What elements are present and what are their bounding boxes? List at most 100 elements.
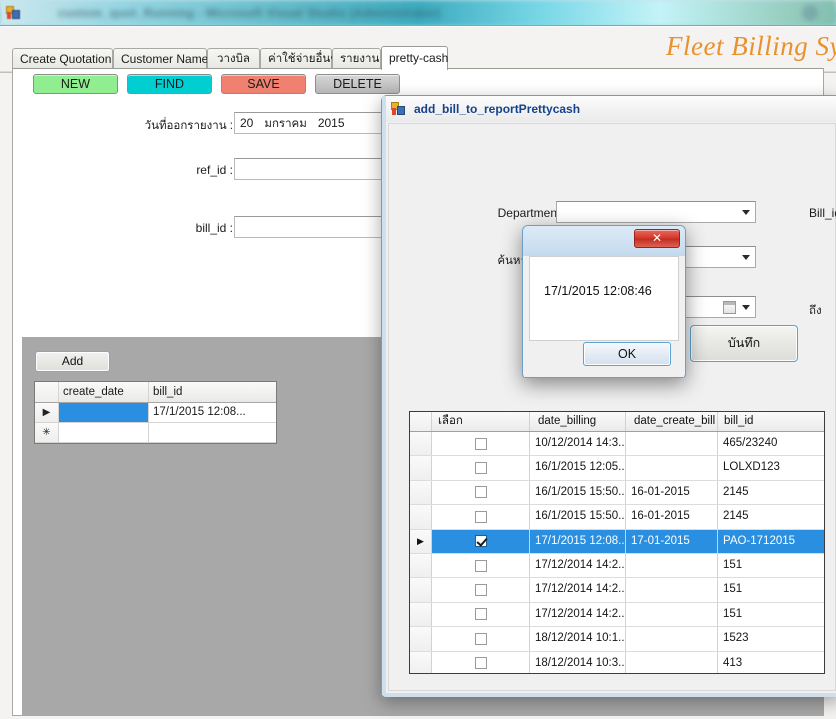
- cell-bill-id[interactable]: 1523: [718, 627, 824, 650]
- row-checkbox[interactable]: [474, 535, 487, 548]
- row-checkbox[interactable]: [474, 486, 487, 499]
- cell-date-create-bill[interactable]: [626, 432, 718, 456]
- cell-date-create-bill[interactable]: [626, 602, 718, 627]
- cell-select[interactable]: [432, 432, 530, 456]
- chevron-down-icon: [742, 305, 750, 310]
- tab-wang-bin[interactable]: วางบิล: [207, 48, 260, 69]
- cell-bill-id[interactable]: [149, 423, 276, 442]
- column-header-select[interactable]: เลือก: [432, 412, 530, 431]
- cell-date-billing[interactable]: 16/1/2015 12:05...: [530, 456, 626, 480]
- department-select[interactable]: [556, 201, 756, 223]
- pretty-cash-grid[interactable]: create_date bill_id ▶ 17/1/2015 12:08...…: [34, 381, 277, 444]
- column-header-date-billing[interactable]: date_billing: [530, 412, 626, 431]
- tab-report[interactable]: รายงาน: [332, 48, 381, 69]
- dialog-title-bar: add_bill_to_reportPrettycash: [382, 96, 836, 122]
- cell-select[interactable]: [432, 480, 530, 505]
- cell-bill-id[interactable]: 2145: [718, 505, 824, 528]
- close-icon[interactable]: ✕: [634, 229, 680, 248]
- add-button[interactable]: Add: [35, 351, 110, 372]
- row-checkbox[interactable]: [474, 510, 487, 523]
- cell-date-create-bill[interactable]: [626, 553, 718, 578]
- row-checkbox[interactable]: [474, 462, 487, 475]
- cell-bill-id[interactable]: 465/23240: [718, 432, 824, 455]
- cell-date-create-bill[interactable]: 16-01-2015: [626, 480, 718, 505]
- row-checkbox[interactable]: [474, 584, 487, 597]
- cell-date-billing[interactable]: 17/1/2015 12:08...: [530, 529, 626, 553]
- cell-date-billing[interactable]: 16/1/2015 15:50...: [530, 505, 626, 529]
- cell-select[interactable]: [432, 456, 530, 480]
- cell-date-create-bill[interactable]: [626, 456, 718, 480]
- row-marker: [410, 480, 432, 505]
- cell-date-create-bill[interactable]: 17-01-2015: [626, 529, 718, 553]
- cell-date-billing[interactable]: 18/12/2014 10:1...: [530, 627, 626, 651]
- cell-bill-id[interactable]: 151: [718, 603, 824, 626]
- row-checkbox[interactable]: [474, 657, 487, 670]
- cell-select[interactable]: [432, 627, 530, 651]
- tab-pretty-cash[interactable]: pretty-cash: [381, 46, 448, 70]
- table-row[interactable]: 17/12/2014 14:2... 151: [410, 602, 824, 628]
- cell-select[interactable]: [432, 602, 530, 627]
- table-row[interactable]: 16/1/2015 12:05... LOLXD123: [410, 456, 824, 481]
- table-row[interactable]: ▶ 17/1/2015 12:08...: [35, 403, 276, 423]
- row-checkbox[interactable]: [474, 608, 487, 621]
- cell-select[interactable]: [432, 553, 530, 578]
- table-row[interactable]: ▶ 17/1/2015 12:08... 17-01-2015 PAO-1712015: [410, 529, 824, 554]
- cell-date-create-bill[interactable]: [626, 627, 718, 651]
- table-row[interactable]: 18/12/2014 10:3... 413: [410, 651, 824, 673]
- cell-date-billing[interactable]: 10/12/2014 14:3...: [530, 432, 626, 456]
- table-row[interactable]: 17/12/2014 14:2... 151: [410, 578, 824, 603]
- window-controls-blob[interactable]: [802, 5, 818, 21]
- cell-date-create-bill[interactable]: [626, 578, 718, 602]
- table-row[interactable]: 16/1/2015 15:50... 16-01-2015 2145: [410, 505, 824, 530]
- table-body: 10/12/2014 14:3... 465/23240 16/1/2015 12:…: [410, 432, 824, 673]
- cell-select[interactable]: [432, 505, 530, 529]
- cell-date-billing[interactable]: 17/12/2014 14:2...: [530, 602, 626, 627]
- table-row-new[interactable]: ✳: [35, 423, 276, 443]
- ref-id-input[interactable]: [234, 158, 400, 180]
- column-header-bill-id[interactable]: bill_id: [718, 412, 824, 431]
- cell-create-date[interactable]: [59, 423, 149, 442]
- message-box-content: 17/1/2015 12:08:46: [529, 256, 679, 341]
- find-button[interactable]: FIND: [127, 74, 212, 94]
- cell-bill-id[interactable]: 413: [718, 652, 824, 673]
- cell-date-billing[interactable]: 17/12/2014 14:2...: [530, 578, 626, 602]
- cell-date-create-bill[interactable]: 16-01-2015: [626, 505, 718, 529]
- cell-bill-id[interactable]: 151: [718, 554, 824, 577]
- bill-id-input[interactable]: [234, 216, 400, 238]
- column-header-date-create-bill[interactable]: date_create_bill: [626, 412, 718, 431]
- column-header-bill-id[interactable]: bill_id: [149, 382, 276, 402]
- cell-create-date[interactable]: [59, 403, 149, 422]
- table-row[interactable]: 16/1/2015 15:50... 16-01-2015 2145: [410, 480, 824, 506]
- cell-select[interactable]: [432, 529, 530, 553]
- cell-date-create-bill[interactable]: [626, 651, 718, 673]
- tab-other-expenses[interactable]: ค่าใช้จ่ายอื่นๆ: [260, 48, 336, 69]
- row-checkbox[interactable]: [474, 632, 487, 645]
- delete-button[interactable]: DELETE: [315, 74, 400, 94]
- cell-date-billing[interactable]: 17/12/2014 14:2...: [530, 553, 626, 578]
- column-header-create-date[interactable]: create_date: [59, 382, 149, 402]
- cell-select[interactable]: [432, 578, 530, 602]
- table-row[interactable]: 10/12/2014 14:3... 465/23240: [410, 432, 824, 457]
- tab-create-quotation[interactable]: Create Quotation: [12, 48, 113, 69]
- application-window: custom_quot_Running - Microsoft Visual S…: [0, 0, 836, 719]
- tab-customer-name[interactable]: Customer Name: [113, 48, 208, 69]
- report-date-field[interactable]: 20 มกราคม 2015: [234, 112, 400, 134]
- ok-button[interactable]: OK: [583, 342, 671, 366]
- cell-select[interactable]: [432, 651, 530, 673]
- row-checkbox[interactable]: [474, 559, 487, 572]
- bill-selection-grid[interactable]: เลือก date_billing date_create_bill bill…: [409, 411, 825, 674]
- cell-bill-id[interactable]: 151: [718, 578, 824, 601]
- cell-date-billing[interactable]: 18/12/2014 10:3...: [530, 651, 626, 673]
- save-button[interactable]: SAVE: [221, 74, 306, 94]
- row-marker: [410, 627, 432, 651]
- cell-bill-id[interactable]: LOLXD123: [718, 456, 824, 479]
- new-button[interactable]: NEW: [33, 74, 118, 94]
- cell-bill-id[interactable]: 2145: [718, 481, 824, 504]
- dialog-save-button[interactable]: บันทึก: [690, 325, 798, 362]
- row-checkbox[interactable]: [474, 437, 487, 450]
- table-row[interactable]: 17/12/2014 14:2... 151: [410, 553, 824, 579]
- cell-bill-id[interactable]: 17/1/2015 12:08...: [149, 403, 276, 422]
- cell-bill-id[interactable]: PAO-1712015: [718, 529, 824, 553]
- table-row[interactable]: 18/12/2014 10:1... 1523: [410, 627, 824, 652]
- cell-date-billing[interactable]: 16/1/2015 15:50...: [530, 480, 626, 505]
